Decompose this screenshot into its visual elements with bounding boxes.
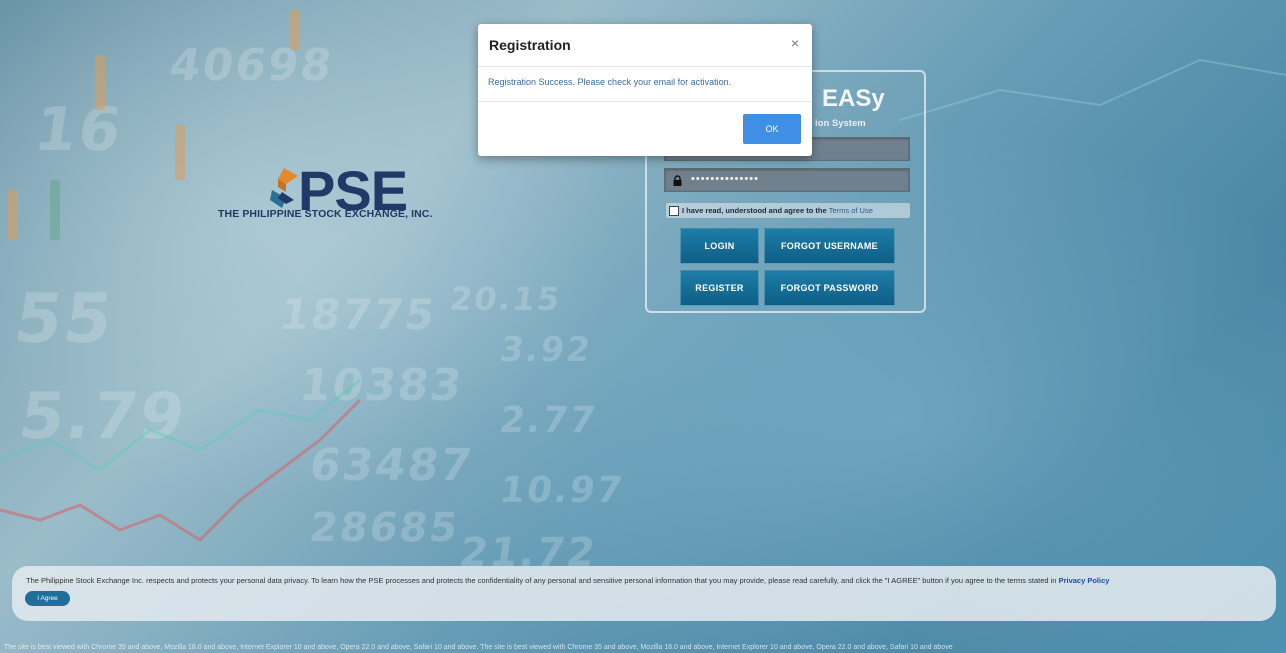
app-title: EASy xyxy=(822,85,885,112)
terms-label: I have read, understood and agree to the… xyxy=(682,203,873,218)
terms-checkbox[interactable] xyxy=(669,206,679,216)
modal-title: Registration xyxy=(489,37,571,53)
privacy-notice-text: The Philippine Stock Exchange Inc. respe… xyxy=(26,576,1109,585)
privacy-text: The Philippine Stock Exchange Inc. respe… xyxy=(26,576,1057,585)
terms-of-use-link[interactable]: Terms of Use xyxy=(829,206,873,215)
lock-icon xyxy=(673,175,682,186)
pse-logo: PSE THE PHILIPPINE STOCK EXCHANGE, INC. xyxy=(218,159,458,230)
app-subtitle: ion System xyxy=(815,118,866,129)
close-icon[interactable]: × xyxy=(791,35,799,51)
ok-button[interactable]: OK xyxy=(743,114,801,144)
pse-logo-mark-icon xyxy=(270,168,298,208)
login-button[interactable]: LOGIN xyxy=(680,228,759,264)
privacy-policy-link[interactable]: Privacy Policy xyxy=(1059,576,1110,585)
forgot-password-button[interactable]: FORGOT PASSWORD xyxy=(764,270,895,306)
privacy-notice-bar: The Philippine Stock Exchange Inc. respe… xyxy=(12,566,1276,621)
forgot-username-button[interactable]: FORGOT USERNAME xyxy=(764,228,895,264)
modal-message: Registration Success. Please check your … xyxy=(488,77,732,87)
register-button[interactable]: REGISTER xyxy=(680,270,759,306)
password-value: •••••••••••••• xyxy=(691,173,759,185)
terms-row: I have read, understood and agree to the… xyxy=(666,203,910,218)
i-agree-button[interactable]: I Agree xyxy=(25,591,70,606)
browser-support-footer: The site is best viewed with Chrome 35 a… xyxy=(4,644,953,651)
modal-divider xyxy=(478,101,812,102)
registration-modal: Registration × Registration Success. Ple… xyxy=(478,24,812,156)
terms-text: I have read, understood and agree to the xyxy=(682,206,827,215)
password-field[interactable]: •••••••••••••• xyxy=(664,168,910,192)
modal-divider xyxy=(478,66,812,67)
logo-subtitle: THE PHILIPPINE STOCK EXCHANGE, INC. xyxy=(218,208,433,220)
